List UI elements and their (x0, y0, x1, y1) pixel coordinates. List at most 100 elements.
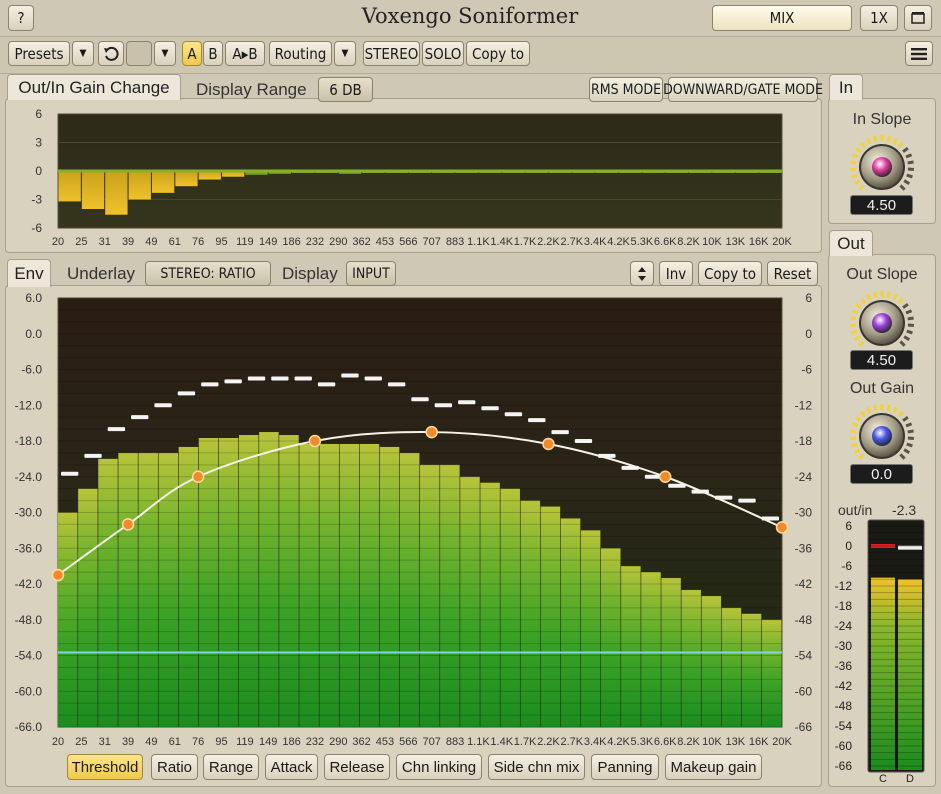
rms-mode-button[interactable]: RMS MODE (589, 77, 663, 102)
knob-tick (905, 309, 913, 315)
env-graph[interactable]: 6.0 0.0 -6.0 -12.0 -18.0 -24.0 -30.0 -36.0 -42.0… (6, 290, 822, 750)
meter-tick: 6 (845, 519, 852, 533)
window-restore-button[interactable] (904, 5, 932, 31)
solo-button[interactable]: SOLO (422, 41, 464, 66)
gain-freq-label: 39 (122, 236, 134, 248)
copy-to-button[interactable]: Copy to (466, 41, 530, 66)
env-freq-label: 61 (169, 736, 181, 748)
env-y-tick-right: -60 (795, 684, 813, 698)
in-slope-knob[interactable] (846, 134, 918, 202)
downward-gate-mode-button[interactable]: DOWNWARD/GATE MODE (663, 77, 823, 102)
mix-button[interactable]: MIX (712, 5, 852, 31)
curve-control-point[interactable] (542, 437, 555, 451)
curve-control-point[interactable] (121, 518, 135, 531)
gain-freq-label: 707 (422, 236, 440, 248)
knob-tick (851, 329, 858, 335)
curve-control-point[interactable] (51, 568, 65, 582)
preset-a-button[interactable]: A (182, 41, 202, 66)
env-freq-label: 5.3K (631, 736, 654, 748)
param-tab-threshold[interactable]: Threshold (67, 754, 143, 780)
display-select[interactable]: INPUT (346, 261, 396, 286)
redo-button[interactable] (126, 41, 152, 66)
tab-out[interactable]: Out (829, 230, 873, 256)
knob-tick (906, 173, 913, 179)
undo-history-dropdown[interactable]: ▼ (154, 41, 176, 66)
inv-button[interactable]: Inv (659, 261, 693, 286)
in-slope-value[interactable]: 4.50 (850, 195, 913, 215)
curve-control-point[interactable] (191, 470, 205, 483)
preset-b-button[interactable]: B (203, 41, 223, 66)
knob-tick (906, 329, 913, 335)
gain-freq-label: 290 (329, 236, 347, 248)
env-freq-label: 290 (329, 736, 347, 748)
tab-in[interactable]: In (829, 74, 863, 100)
env-freq-label: 95 (215, 736, 227, 748)
meter-tick: -42 (835, 679, 853, 693)
zoom-button[interactable]: 1X (860, 5, 898, 31)
spectrum-bar (601, 548, 621, 727)
display-range-select[interactable]: 6 DB (318, 77, 373, 102)
out-gain-value[interactable]: 0.0 (850, 464, 913, 484)
env-freq-label: 2.7K (560, 736, 583, 748)
peak-marker (504, 412, 523, 417)
env-freq-label: 76 (192, 736, 204, 748)
meter-tick: -60 (835, 739, 853, 753)
curve-control-point[interactable] (425, 425, 438, 439)
underlay-select[interactable]: STEREO: RATIO (145, 261, 271, 286)
stereo-button[interactable]: STEREO (363, 41, 420, 66)
knob-tick (850, 429, 857, 434)
tab-env[interactable]: Env (7, 259, 51, 287)
presets-dropdown-button[interactable]: ▼ (72, 41, 94, 66)
knob-tick (897, 141, 904, 149)
help-button[interactable]: ? (8, 5, 34, 31)
param-tab-range[interactable]: Range (203, 754, 259, 780)
spectrum-bar (741, 613, 762, 727)
knob-tick (860, 410, 867, 418)
reset-button[interactable]: Reset (767, 261, 818, 286)
peak-marker (551, 430, 569, 435)
tab-out-in-gain-change[interactable]: Out/In Gain Change (7, 74, 181, 100)
knob-tick (855, 302, 862, 309)
knob-center-light (872, 426, 892, 446)
peak-marker (224, 379, 242, 384)
gain-freq-label: 76 (192, 236, 204, 248)
param-tab-chn-linking[interactable]: Chn linking (396, 754, 482, 780)
param-tab-release[interactable]: Release (324, 754, 390, 780)
knob-tick (873, 404, 878, 412)
gain-freq-label: 883 (446, 236, 464, 248)
curve-control-point[interactable] (775, 521, 789, 534)
knob-tick (892, 293, 898, 301)
knob-tick (897, 297, 904, 305)
routing-dropdown-button[interactable]: ▼ (334, 41, 356, 66)
param-tab-makeup-gain[interactable]: Makeup gain (665, 754, 762, 780)
routing-button[interactable]: Routing (269, 41, 332, 66)
out-slope-value[interactable]: 4.50 (850, 350, 913, 370)
curve-control-point[interactable] (658, 470, 672, 483)
up-down-arrows-icon (638, 266, 646, 281)
updown-button[interactable] (630, 261, 654, 286)
gain-change-graph[interactable]: 6 3 0 -3 -6 20 25 31 39 49 61 76 95 119 149 186 232 290 36… (6, 108, 822, 250)
meter-tick: -30 (835, 639, 853, 653)
param-tab-panning[interactable]: Panning (591, 754, 659, 780)
env-y-tick-right: -30 (795, 506, 813, 520)
presets-button[interactable]: Presets (8, 41, 70, 66)
gain-freq-label: 2.2K (537, 236, 560, 248)
env-y-tick-left: -12.0 (15, 398, 43, 412)
param-tab-attack[interactable]: Attack (265, 754, 318, 780)
param-tab-side-chn-mix[interactable]: Side chn mix (488, 754, 585, 780)
env-freq-label: 31 (99, 736, 111, 748)
knob-tick (886, 291, 891, 299)
spectrum-bar (460, 476, 480, 727)
spectrum-bar (399, 452, 420, 727)
copy-a-to-b-button[interactable]: A▸B (225, 41, 265, 66)
out-gain-knob[interactable] (846, 403, 918, 471)
knob-tick (853, 335, 861, 341)
env-freq-label: 2.2K (537, 736, 560, 748)
param-tab-ratio[interactable]: Ratio (151, 754, 198, 780)
env-copy-to-button[interactable]: Copy to (698, 261, 762, 286)
main-menu-button[interactable] (905, 41, 933, 66)
undo-button[interactable] (98, 41, 124, 66)
out-slope-knob[interactable] (846, 290, 918, 358)
gain-bar (105, 171, 128, 215)
curve-control-point[interactable] (308, 434, 322, 448)
